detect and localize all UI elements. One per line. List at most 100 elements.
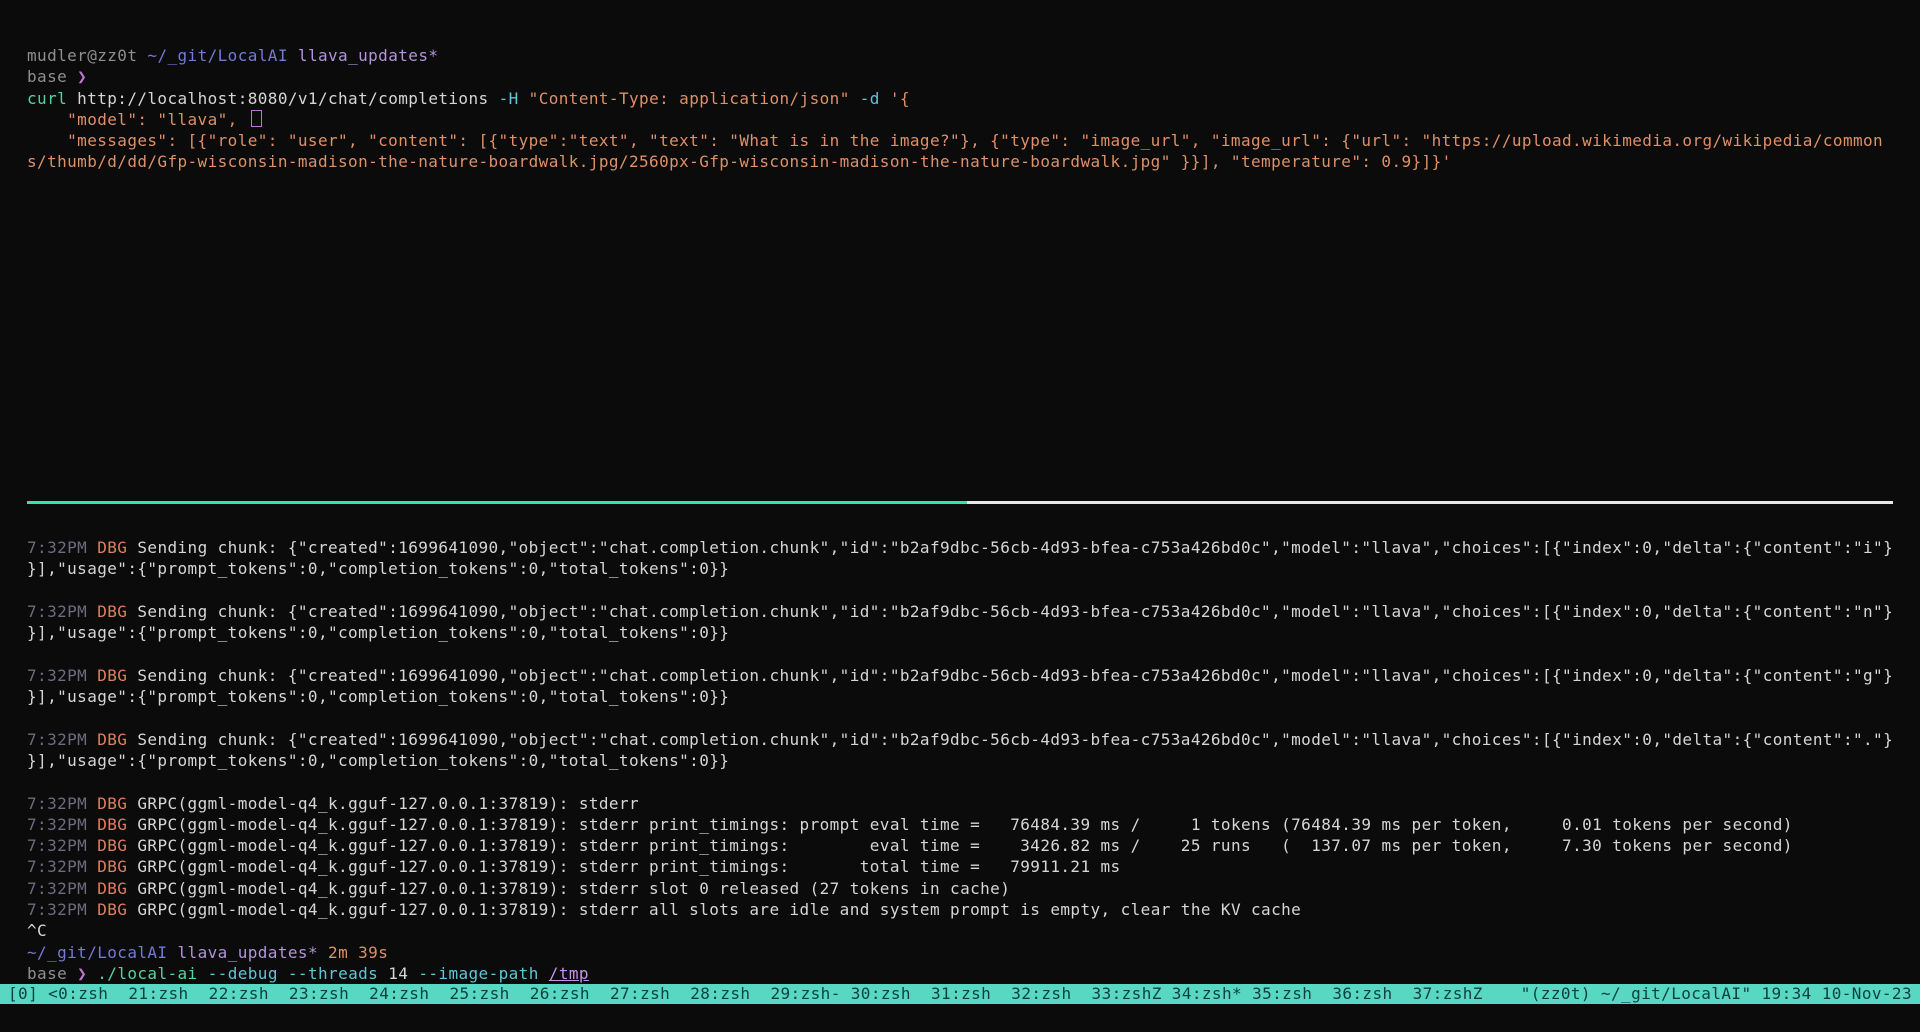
log-grpc-slots-idle: 7:32PM DBG GRPC(ggml-model-q4_k.gguf-127… xyxy=(27,899,1893,920)
terminal-text-segment: Sending chunk: {"created":1699641090,"ob… xyxy=(137,602,1893,621)
terminal-text-segment: --debug --threads xyxy=(208,964,389,983)
terminal-text-segment: GRPC(ggml-model-q4_k.gguf-127.0.0.1:3781… xyxy=(137,836,1792,855)
terminal-text-segment: 7:32PM xyxy=(27,730,97,749)
terminal-text-segment: GRPC(ggml-model-q4_k.gguf-127.0.0.1:3781… xyxy=(137,794,649,813)
terminal-text-segment: curl xyxy=(27,89,77,108)
terminal-text-segment: '{ xyxy=(890,89,910,108)
log-grpc-slot-released: 7:32PM DBG GRPC(ggml-model-q4_k.gguf-127… xyxy=(27,878,1893,899)
terminal-text-segment: s/thumb/d/dd/Gfp-wisconsin-madison-the-n… xyxy=(27,152,1452,171)
progress-divider xyxy=(27,501,1893,504)
terminal-text-segment xyxy=(318,943,328,962)
terminal-text-segment: 2m 39s xyxy=(328,943,388,962)
prompt-path-line-2: ~/_git/LocalAI llava_updates* 2m 39s xyxy=(27,942,1893,963)
terminal-text-segment: }],"usage":{"prompt_tokens":0,"completio… xyxy=(27,559,729,578)
command-curl-line: curl http://localhost:8080/v1/chat/compl… xyxy=(27,88,1883,109)
terminal-text-segment: DBG xyxy=(97,857,137,876)
terminal-text-segment: "Content-Type: application/json" xyxy=(529,89,860,108)
log-chunk-1: 7:32PM DBG Sending chunk: {"created":169… xyxy=(27,537,1893,558)
terminal-log-output: 7:32PM DBG Sending chunk: {"created":169… xyxy=(27,537,1893,984)
divider-elapsed-segment xyxy=(27,501,967,504)
log-grpc-stderr: 7:32PM DBG GRPC(ggml-model-q4_k.gguf-127… xyxy=(27,793,1893,814)
terminal-text-segment: 7:32PM xyxy=(27,900,97,919)
prompt-path-line: mudler@zz0t ~/_git/LocalAI llava_updates… xyxy=(27,45,1883,66)
terminal-text-segment: --image-path xyxy=(418,964,548,983)
terminal-text-segment: GRPC(ggml-model-q4_k.gguf-127.0.0.1:3781… xyxy=(137,857,1120,876)
terminal-text-segment: mudler@zz0t xyxy=(27,46,147,65)
terminal-text-segment: 7:32PM xyxy=(27,836,97,855)
command-local-ai-line: base ❯ ./local-ai --debug --threads 14 -… xyxy=(27,963,1893,984)
terminal-text-segment: ~/_git/LocalAI xyxy=(27,943,167,962)
prompt-line: base ❯ xyxy=(27,66,1883,87)
terminal-text-segment: }],"usage":{"prompt_tokens":0,"completio… xyxy=(27,623,729,642)
log-chunk-3-wrap: }],"usage":{"prompt_tokens":0,"completio… xyxy=(27,686,1893,707)
blank-row xyxy=(27,580,1893,601)
tmux-window-list: [0] <0:zsh 21:zsh 22:zsh 23:zsh 24:zsh 2… xyxy=(8,984,1483,1004)
log-chunk-4-wrap: }],"usage":{"prompt_tokens":0,"completio… xyxy=(27,750,1893,771)
terminal-text-segment: Sending chunk: {"created":1699641090,"ob… xyxy=(137,538,1893,557)
terminal-text-segment: "model": "llava", xyxy=(27,110,248,129)
terminal-text-segment: GRPC(ggml-model-q4_k.gguf-127.0.0.1:3781… xyxy=(137,900,1301,919)
terminal-text-segment: }],"usage":{"prompt_tokens":0,"completio… xyxy=(27,751,729,770)
terminal-text-segment: }],"usage":{"prompt_tokens":0,"completio… xyxy=(27,687,729,706)
terminal-text-segment: 14 xyxy=(388,964,418,983)
terminal-text-segment: 7:32PM xyxy=(27,879,97,898)
terminal-text-segment: DBG xyxy=(97,602,137,621)
terminal-text-segment: DBG xyxy=(97,900,137,919)
log-chunk-2: 7:32PM DBG Sending chunk: {"created":169… xyxy=(27,601,1893,622)
terminal-text-segment: 7:32PM xyxy=(27,666,97,685)
log-chunk-4: 7:32PM DBG Sending chunk: {"created":169… xyxy=(27,729,1893,750)
terminal-text-segment: ^C xyxy=(27,921,47,940)
terminal-text-segment: llava_updates* xyxy=(178,943,318,962)
terminal-text-segment: DBG xyxy=(97,538,137,557)
terminal-scrollback-top: mudler@zz0t ~/_git/LocalAI llava_updates… xyxy=(27,45,1883,173)
terminal-text-segment: 7:32PM xyxy=(27,602,97,621)
log-chunk-2-wrap: }],"usage":{"prompt_tokens":0,"completio… xyxy=(27,622,1893,643)
terminal-window[interactable]: mudler@zz0t ~/_git/LocalAI llava_updates… xyxy=(0,0,1920,1032)
terminal-text-segment: 7:32PM xyxy=(27,794,97,813)
terminal-text-segment: Sending chunk: {"created":1699641090,"ob… xyxy=(137,666,1893,685)
terminal-text-segment: DBG xyxy=(97,815,137,834)
tmux-status-bar: [0] <0:zsh 21:zsh 22:zsh 23:zsh 24:zsh 2… xyxy=(0,984,1920,1004)
terminal-text-segment: -H xyxy=(499,89,529,108)
sigint-row: ^C xyxy=(27,920,1893,941)
terminal-text-segment: 7:32PM xyxy=(27,815,97,834)
terminal-text-segment: DBG xyxy=(97,794,137,813)
terminal-text-segment: DBG xyxy=(97,666,137,685)
terminal-text-segment: -d xyxy=(860,89,890,108)
command-json-model-line: "model": "llava", xyxy=(27,109,1883,130)
terminal-text-segment: Sending chunk: {"created":1699641090,"ob… xyxy=(137,730,1893,749)
terminal-text-segment: DBG xyxy=(97,730,137,749)
terminal-text-segment: base xyxy=(27,964,77,983)
terminal-text-segment: ❯ xyxy=(77,67,87,86)
terminal-text-segment: "messages": [{"role": "user", "content":… xyxy=(27,131,1883,150)
log-grpc-total-time: 7:32PM DBG GRPC(ggml-model-q4_k.gguf-127… xyxy=(27,856,1893,877)
command-json-messages-line: "messages": [{"role": "user", "content":… xyxy=(27,130,1883,151)
terminal-text-segment: ❯ xyxy=(77,964,87,983)
tmp-path-link[interactable]: /tmp xyxy=(549,964,589,983)
terminal-text-segment: GRPC(ggml-model-q4_k.gguf-127.0.0.1:3781… xyxy=(137,879,1010,898)
blank-row xyxy=(27,771,1893,792)
command-json-messages-wrap-line: s/thumb/d/dd/Gfp-wisconsin-madison-the-n… xyxy=(27,151,1883,172)
terminal-text-segment: DBG xyxy=(97,836,137,855)
terminal-text-segment: llava_updates* xyxy=(298,46,438,65)
cursor-box xyxy=(251,110,262,127)
log-chunk-1-wrap: }],"usage":{"prompt_tokens":0,"completio… xyxy=(27,558,1893,579)
blank-row xyxy=(27,707,1893,728)
terminal-text-segment: base xyxy=(27,67,77,86)
terminal-text-segment xyxy=(288,46,298,65)
terminal-text-segment: ./local-ai xyxy=(97,964,207,983)
tmux-right-status: "(zz0t) ~/_git/LocalAI" 19:34 10-Nov-23 xyxy=(1521,984,1912,1004)
terminal-text-segment: 7:32PM xyxy=(27,857,97,876)
terminal-text-segment: GRPC(ggml-model-q4_k.gguf-127.0.0.1:3781… xyxy=(137,815,1792,834)
divider-remaining-segment xyxy=(967,501,1893,504)
terminal-text-segment: 7:32PM xyxy=(27,538,97,557)
log-grpc-prompt-eval-time: 7:32PM DBG GRPC(ggml-model-q4_k.gguf-127… xyxy=(27,814,1893,835)
terminal-text-segment xyxy=(167,943,177,962)
terminal-text-segment: ~/_git/LocalAI xyxy=(147,46,287,65)
terminal-text-segment: http://localhost:8080/v1/chat/completion… xyxy=(77,89,498,108)
terminal-text-segment: DBG xyxy=(97,879,137,898)
log-grpc-eval-time: 7:32PM DBG GRPC(ggml-model-q4_k.gguf-127… xyxy=(27,835,1893,856)
blank-row xyxy=(27,643,1893,664)
log-chunk-3: 7:32PM DBG Sending chunk: {"created":169… xyxy=(27,665,1893,686)
terminal-text-segment xyxy=(87,964,97,983)
